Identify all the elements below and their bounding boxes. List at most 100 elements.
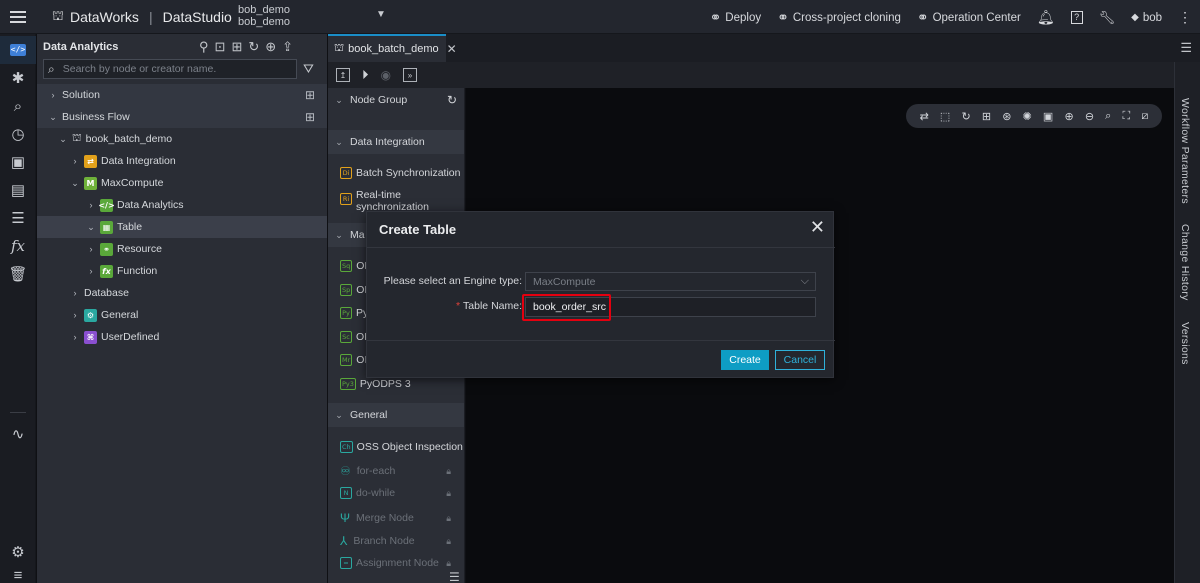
for-each-node[interactable]: ♾ for-each 🔒︎ (340, 464, 464, 478)
item-label: do-while (356, 487, 396, 499)
search-input[interactable] (62, 63, 283, 75)
zoom-in-icon[interactable]: ⊕ (1064, 110, 1073, 123)
refresh-icon[interactable]: ↻ (961, 110, 970, 123)
tab-book-batch-demo[interactable]: ⛫ book_batch_demo ✕ (328, 34, 457, 62)
assignment-node[interactable]: = Assignment Node 🔒︎ (340, 557, 464, 569)
divider (367, 247, 835, 248)
cancel-button[interactable]: Cancel (775, 350, 825, 370)
chevron-down-icon[interactable]: ▼ (376, 9, 386, 20)
do-while-node[interactable]: N do-while 🔒︎ (340, 487, 464, 499)
tree-item-general[interactable]: › ⚙ General (37, 304, 327, 326)
close-icon[interactable]: ✕ (810, 217, 825, 238)
trash-icon[interactable]: 🗑︎ (0, 260, 36, 288)
collapse-menu-icon[interactable]: ≡ (0, 561, 36, 583)
tab-list-menu-icon[interactable]: ☰ (1180, 40, 1192, 56)
grid-layout-icon[interactable]: ⊞ (982, 110, 991, 123)
deploy-label: Deploy (725, 11, 762, 24)
refresh-icon[interactable]: ↻ (447, 93, 457, 107)
compass-icon[interactable]: ⊛ (1002, 110, 1011, 123)
puzzle-icon[interactable]: ✱ (0, 64, 36, 92)
workflow-icon: ⛫ (334, 42, 345, 54)
branch-node[interactable]: ⅄ Branch Node 🔒︎ (340, 534, 464, 548)
grid-icon[interactable]: ⊞ (305, 88, 315, 102)
tree-label: Function (117, 265, 158, 277)
node-group-header[interactable]: ⌄ Node Group ↻ (328, 88, 464, 112)
wrench-icon[interactable]: 🔧︎ (1099, 10, 1116, 26)
cross-project-cloning-link[interactable]: ⚭ Cross-project cloning (777, 9, 901, 26)
grid-icon[interactable]: ⊞ (305, 110, 315, 124)
realtime-sync-node[interactable]: Ri Real-time synchronization (340, 189, 464, 213)
refresh-icon[interactable]: ↻ (248, 39, 259, 55)
group-label: Ma (350, 229, 365, 241)
run-icon[interactable]: ⏵ (362, 67, 369, 83)
format-icon[interactable]: ⧄ (1141, 110, 1148, 123)
tree-item-data-integration[interactable]: › ⇄ Data Integration (37, 150, 327, 172)
operation-center-link[interactable]: ⚭ Operation Center (917, 9, 1021, 26)
tab-workflow-parameters[interactable]: Workflow Parameters (1179, 98, 1191, 204)
search-nav-icon[interactable]: ⌕ (0, 92, 36, 120)
data-analytics-nav-icon[interactable]: </> (0, 36, 36, 64)
tree-label: Solution (62, 89, 100, 101)
tree-item-business-flow[interactable]: ⌄ Business Flow ⊞ (37, 106, 327, 128)
resource-icon: ⚭ (100, 242, 113, 256)
tree-item-function[interactable]: › fx Function (37, 260, 327, 282)
locate-icon[interactable]: ⊕ (265, 39, 276, 55)
new-file-icon[interactable]: ⊞ (231, 39, 242, 55)
python-icon: Py (340, 307, 352, 319)
brand-name: DataWorks (69, 9, 139, 25)
tree-item-table[interactable]: ⌄ ▦ Table (37, 216, 327, 238)
pulse-icon[interactable]: ∿ (0, 420, 36, 448)
list-nav-icon[interactable]: ☰ (0, 204, 36, 232)
fit-icon[interactable]: ▣ (1043, 110, 1053, 123)
oss-inspection-node[interactable]: Ch OSS Object Inspection (340, 441, 464, 453)
assignment-icon: = (340, 557, 352, 569)
hamburger-menu-icon[interactable] (0, 0, 36, 34)
tab-change-history[interactable]: Change History (1179, 224, 1191, 301)
fullscreen-icon[interactable]: ⛶ (1122, 110, 1130, 123)
tree-item-userdefined[interactable]: › ⌘ UserDefined (37, 326, 327, 348)
data-integration-group[interactable]: ⌄ Data Integration (328, 130, 464, 154)
briefcase-icon[interactable]: ▣ (0, 148, 36, 176)
tree-item-solution[interactable]: › Solution ⊞ (37, 84, 327, 106)
lock-icon: 🔒︎ (446, 512, 451, 523)
tree-item-book-batch-demo[interactable]: ⌄ ⛫ book_batch_demo (37, 128, 327, 150)
pyodps-3-node[interactable]: Py3 PyODPS 3 (340, 378, 464, 390)
function-nav-icon[interactable]: fx (0, 232, 36, 260)
box-select-icon[interactable]: ⬚ (940, 110, 950, 123)
more-vertical-icon[interactable]: ⋮ (1178, 9, 1192, 26)
table-nav-icon[interactable]: ▤ (0, 176, 36, 204)
tab-versions[interactable]: Versions (1179, 322, 1191, 365)
tree-item-data-analytics[interactable]: › </> Data Analytics (37, 194, 327, 216)
data-analytics-explorer: Data Analytics ⚲ ⊡ ⊞ ↻ ⊕ ⇪ ⌕ ⛛ › Solutio… (37, 34, 327, 583)
user-menu[interactable]: ◆ bob (1131, 12, 1162, 24)
merge-node[interactable]: Ψ Merge Node 🔒︎ (340, 511, 464, 525)
deploy-icon[interactable]: » (402, 68, 417, 82)
general-group[interactable]: ⌄ General (328, 403, 464, 427)
maxcompute-icon: M (84, 176, 97, 190)
dataworks-logo-icon: ⛫ (52, 8, 64, 23)
tree-item-resource[interactable]: › ⚭ Resource (37, 238, 327, 260)
submit-icon[interactable]: ↥ (336, 68, 350, 82)
search-icon[interactable]: ⌕ (1105, 110, 1111, 123)
export-icon[interactable]: ⇪ (282, 39, 293, 55)
workspace-selector[interactable]: bob_demo bob_demo (238, 4, 290, 28)
filter-icon[interactable]: ⛛ (303, 61, 314, 77)
close-icon[interactable]: ✕ (447, 42, 457, 56)
zoom-out-icon[interactable]: ⊖ (1085, 110, 1094, 123)
import-icon[interactable]: ⊡ (215, 39, 226, 55)
help-icon[interactable]: ? (1070, 11, 1083, 24)
panel-menu-icon[interactable]: ☰ (449, 570, 460, 583)
create-button[interactable]: Create (721, 350, 769, 370)
user-filter-icon[interactable]: ⚲ (199, 39, 209, 55)
bell-icon[interactable]: 🔔︎ (1037, 9, 1055, 26)
brand[interactable]: ⛫ DataWorks | DataStudio (52, 8, 232, 26)
clock-icon[interactable]: ◷ (0, 120, 36, 148)
sun-icon[interactable]: ✺ (1023, 110, 1032, 123)
deploy-link[interactable]: ⚭ Deploy (710, 9, 762, 26)
swap-icon[interactable]: ⇄ (920, 110, 929, 123)
engine-type-select[interactable]: MaxCompute ⌵ (525, 272, 816, 291)
tree-item-database[interactable]: › Database (37, 282, 327, 304)
tree-item-maxcompute[interactable]: ⌄ M MaxCompute (37, 172, 327, 194)
stop-icon[interactable]: ◉ (381, 68, 391, 82)
batch-sync-node[interactable]: Di Batch Synchronization (340, 167, 464, 179)
